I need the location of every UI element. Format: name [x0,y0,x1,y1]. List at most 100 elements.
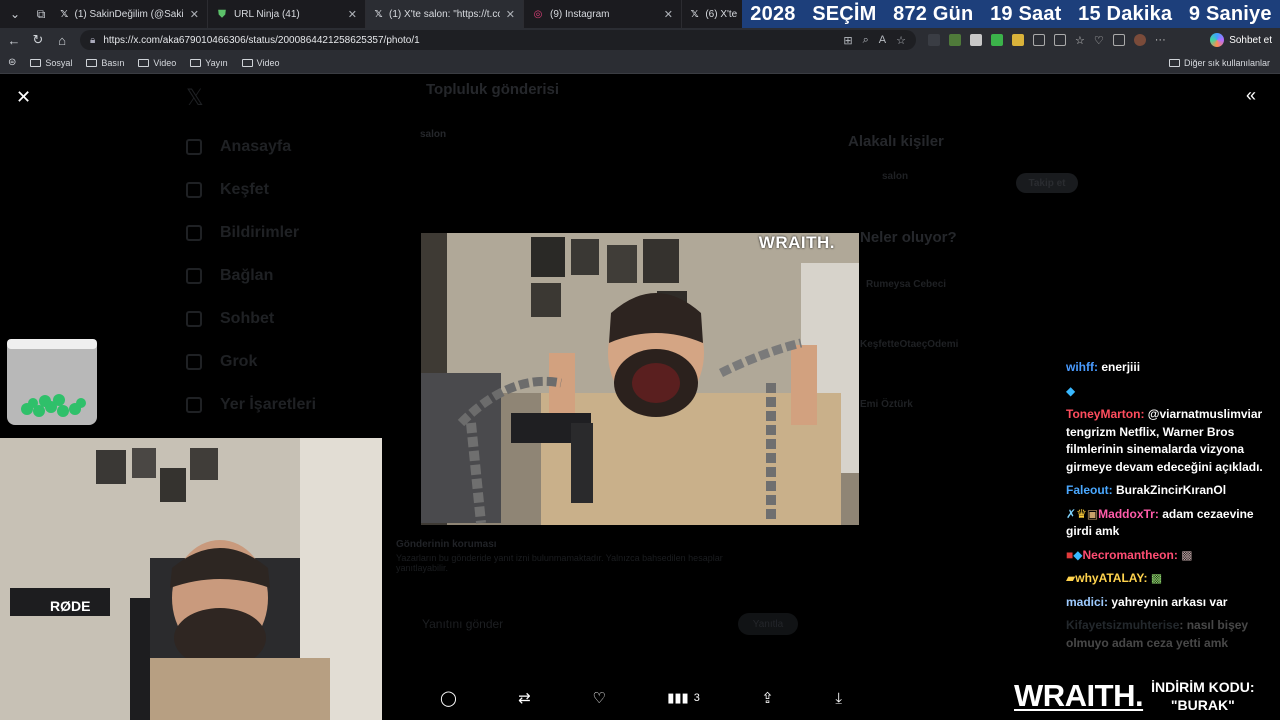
browser-essentials-icon[interactable]: ♡ [1094,34,1104,47]
favorite-folder[interactable]: Video [138,58,176,68]
extension-icon[interactable] [949,34,961,46]
nav-connect[interactable]: Bağlan [186,254,316,297]
photo-illustration [421,233,859,525]
browser-tab-active[interactable]: 𝕏 (1) X'te salon: "https://t.co/D0n4X ✕ [366,0,524,28]
follow-button[interactable]: Takip et [1016,173,1078,193]
nav-grok[interactable]: Grok [186,340,316,383]
crown-badge-icon: ♛ [1076,506,1087,521]
browser-toolbar: ← ↻ ⌂ 🔒︎ https://x.com/aka679010466306/s… [0,28,1280,52]
download-action[interactable]: ⤓ [835,690,842,707]
close-tab-icon[interactable]: ✕ [506,8,515,21]
reading-list-icon[interactable]: ⊜ [8,57,16,68]
lock-icon: 🔒︎ [90,34,96,46]
favorite-folder[interactable]: Sosyal [30,58,72,68]
post-photo[interactable]: WRAITH. [421,233,859,525]
views-action[interactable]: ▮▮▮ 3 [667,690,700,706]
favorite-folder[interactable]: Basın [86,58,124,68]
favorite-label: Sosyal [45,57,73,68]
reply-restriction-text: Yazarların bu gönderide yanıt izni bulun… [396,553,723,573]
reply-input[interactable]: Yanıtını gönder [422,617,503,631]
chat-username: whyATALAY [1075,571,1144,585]
zoom-icon[interactable]: ⌕ [863,34,869,47]
nav-label: Anasayfa [220,137,292,155]
x-logo-icon[interactable]: 𝕏 [186,85,316,125]
nav-explore[interactable]: Keşfet [186,168,316,211]
other-favorites-label: Diğer sık kullanılanlar [1183,57,1270,68]
like-action[interactable]: ♡ [592,689,605,707]
close-viewer-icon[interactable]: ✕ [16,87,31,108]
reply-button[interactable]: Yanıtla [738,613,798,635]
favorite-folder[interactable]: Video [241,58,280,68]
close-tab-icon[interactable]: ✕ [348,8,357,21]
address-bar[interactable]: 🔒︎ https://x.com/aka679010466306/status/… [80,30,916,50]
close-tab-icon[interactable]: ✕ [664,8,673,21]
chat-message: ▰whyATALAY: ▩ [1066,571,1163,585]
workspaces-icon[interactable]: ⧉ [30,3,52,25]
browser-tab[interactable]: 𝕏 (6) X'te A [682,0,746,28]
favorite-label: Yayın [205,57,228,68]
url-text[interactable]: https://x.com/aka679010466306/status/200… [103,35,419,46]
home-icon[interactable]: ⌂ [50,33,74,48]
related-person-name[interactable]: salon [882,171,908,182]
nav-label: Bildirimler [220,223,300,241]
countdown-days: 872 Gün [893,2,974,25]
reload-icon[interactable]: ↻ [26,32,50,48]
analytics-icon: ▮▮▮ [667,690,689,705]
other-favorites[interactable]: Diğer sık kullanılanlar [1168,57,1270,68]
favorite-star-icon[interactable]: ☆ [896,34,906,47]
split-screen-icon[interactable] [1054,34,1066,46]
trending-item[interactable]: Rumeysa Cebeci [866,279,946,290]
x-sidebar: 𝕏 Anasayfa Keşfet Bildirimler Bağlan Soh… [186,85,316,426]
trending-item[interactable]: Emi Öztürk [860,399,913,410]
trending-item[interactable]: KeşfetteOtaeçOdemi [860,339,958,350]
nav-bookmarks[interactable]: Yer İşaretleri [186,383,316,426]
extension-icon[interactable] [970,34,982,46]
app-available-icon[interactable]: ⊞ [843,34,852,47]
read-aloud-icon[interactable]: A [879,34,886,47]
favorite-folder[interactable]: Yayın [190,57,228,68]
chat-text: yahreynin arkası var [1111,594,1228,609]
favorite-label: Video [153,57,177,68]
nav-chat[interactable]: Sohbet [186,297,316,340]
stream-chat-overlay: wihff: enerjiii ◆ ToneyMarton: @viarnatm… [1066,359,1276,658]
webcam-illustration [0,438,382,720]
grok-icon [186,353,202,370]
nav-label: Grok [220,352,258,370]
browser-tab[interactable]: ◎ (9) Instagram ✕ [524,0,682,28]
nav-home[interactable]: Anasayfa [186,125,316,168]
extension-icon[interactable] [991,34,1003,46]
favorite-label: Basın [101,57,125,68]
nav-label: Yer İşaretleri [220,395,317,413]
copilot-button[interactable]: Sohbet et [1210,33,1272,47]
extension-icon[interactable] [1012,34,1024,46]
people-icon [186,267,202,284]
post-action-bar: ◯ ⇄ ♡ ▮▮▮ 3 ⇪ ⤓ [384,687,864,709]
copilot-icon [1210,33,1225,47]
heart-icon: ♡ [592,690,606,707]
back-icon[interactable]: ← [2,33,26,48]
share-action[interactable]: ⇪ [761,689,774,707]
mail-icon [186,310,202,327]
repost-action[interactable]: ⇄ [518,689,531,707]
close-tab-icon[interactable]: ✕ [190,8,199,21]
tab-actions-menu-icon[interactable]: ⌄ [4,3,26,25]
nav-notifications[interactable]: Bildirimler [186,211,316,254]
expand-panel-icon[interactable]: « [1246,85,1256,106]
streamer-webcam: RØDE [0,438,382,720]
collections-icon[interactable] [1112,34,1125,46]
extensions-puzzle-icon[interactable] [1033,34,1045,46]
browser-tab[interactable]: 𝕏 (1) SakinDeğilim (@SakinOlmaBur ✕ [52,0,208,28]
chat-message: madici: yahreynin arkası var [1066,594,1228,609]
folder-icon [190,58,202,67]
sub-badge-icon: ▰ [1066,571,1076,585]
browser-tab[interactable]: ⛊ URL Ninja (41) ✕ [208,0,366,28]
more-menu-icon[interactable]: ··· [1155,34,1166,46]
extension-icon[interactable] [928,34,940,46]
post-author[interactable]: salon [420,129,446,140]
sponsor-promo-overlay: WRAITH. İNDİRİM KODU: "BURAK" [1014,671,1280,720]
favorites-icon[interactable]: ☆ [1075,34,1085,47]
sword-badge-icon: ✗ [1066,506,1077,521]
folder-icon [1168,58,1180,67]
reply-action[interactable]: ◯ [440,689,457,707]
profile-avatar-icon[interactable] [1133,34,1146,46]
